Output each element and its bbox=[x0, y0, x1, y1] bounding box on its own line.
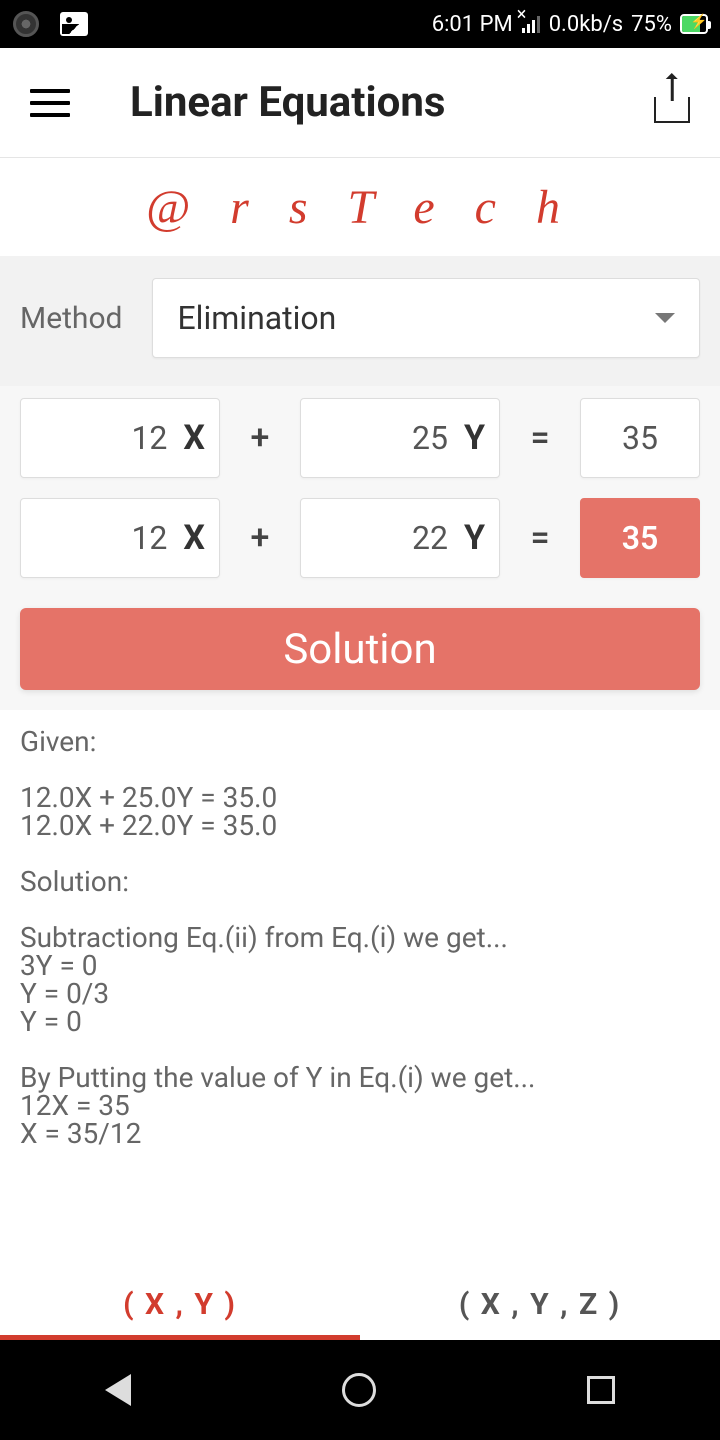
eq1-const-input[interactable]: 35 bbox=[580, 398, 700, 478]
equation-area: 12 X + 25 Y = 35 12 X + 22 Y = bbox=[0, 386, 720, 710]
plus-sign: + bbox=[220, 418, 300, 458]
status-time: 6:01 PM bbox=[432, 12, 513, 37]
page-title: Linear Equations bbox=[130, 78, 445, 127]
plus-sign: + bbox=[220, 518, 300, 558]
solution-button[interactable]: Solution bbox=[20, 608, 700, 690]
back-icon[interactable] bbox=[105, 1374, 131, 1406]
gallery-icon bbox=[60, 10, 88, 38]
equals-sign: = bbox=[500, 418, 580, 458]
eq2-x-input[interactable]: 12 X bbox=[20, 498, 220, 578]
menu-icon[interactable] bbox=[30, 89, 70, 117]
eq2-const-value: 35 bbox=[622, 519, 659, 557]
eq2-y-input[interactable]: 22 Y bbox=[300, 498, 500, 578]
tab-xyz[interactable]: ( X , Y , Z ) bbox=[360, 1268, 720, 1340]
recent-icon[interactable] bbox=[587, 1376, 615, 1404]
x-var-label: X bbox=[183, 518, 205, 558]
solution-output: Given: 12.0X + 25.0Y = 35.0 12.0X + 22.0… bbox=[0, 710, 720, 1268]
equation-row-1: 12 X + 25 Y = 35 bbox=[20, 398, 700, 478]
tab-xy[interactable]: ( X , Y ) bbox=[0, 1268, 360, 1340]
chevron-down-icon bbox=[655, 313, 675, 323]
x-var-label: X bbox=[183, 418, 205, 458]
brand-text: @ r s T e c h bbox=[146, 180, 574, 235]
method-selected: Elimination bbox=[177, 299, 336, 337]
eq1-y-input[interactable]: 25 Y bbox=[300, 398, 500, 478]
eq1-y-value: 25 bbox=[412, 419, 448, 457]
status-netspeed: 0.0kb/s bbox=[549, 12, 623, 37]
y-var-label: Y bbox=[464, 518, 485, 558]
eq2-x-value: 12 bbox=[131, 519, 167, 557]
eq1-const-value: 35 bbox=[622, 419, 658, 457]
home-icon[interactable] bbox=[342, 1373, 376, 1407]
eq1-x-input[interactable]: 12 X bbox=[20, 398, 220, 478]
battery-icon bbox=[680, 10, 708, 38]
eq2-y-value: 22 bbox=[412, 519, 448, 557]
equals-sign: = bbox=[500, 518, 580, 558]
method-select[interactable]: Elimination bbox=[152, 278, 700, 358]
app-bar: Linear Equations bbox=[0, 48, 720, 158]
status-battery-pct: 75% bbox=[631, 12, 672, 37]
status-bar: 6:01 PM 0.0kb/s 75% bbox=[0, 0, 720, 48]
y-var-label: Y bbox=[464, 418, 485, 458]
eq2-const-input[interactable]: 35 bbox=[580, 498, 700, 578]
equation-row-2: 12 X + 22 Y = 35 bbox=[20, 498, 700, 578]
variable-tabs: ( X , Y ) ( X , Y , Z ) bbox=[0, 1268, 720, 1340]
eq1-x-value: 12 bbox=[131, 419, 167, 457]
signal-icon bbox=[521, 14, 541, 34]
method-row: Method Elimination bbox=[0, 256, 720, 386]
system-nav-bar bbox=[0, 1340, 720, 1440]
spinner-icon bbox=[12, 10, 40, 38]
brand-strip: @ r s T e c h bbox=[0, 158, 720, 256]
share-icon[interactable] bbox=[654, 83, 690, 123]
method-label: Method bbox=[20, 301, 122, 336]
